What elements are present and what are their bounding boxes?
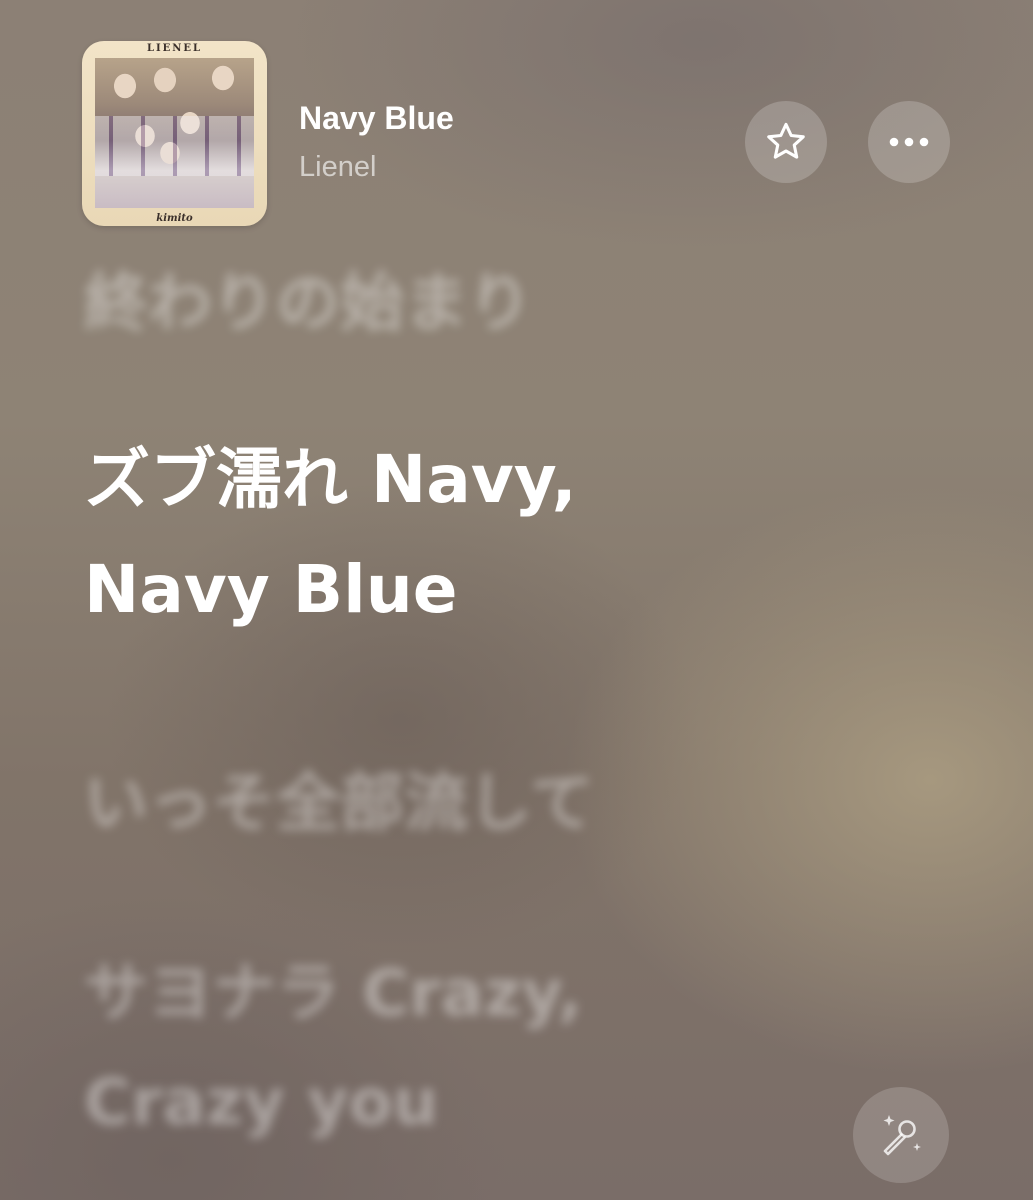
lyric-line-current[interactable]: ズブ濡れ Navy, Navy Blue xyxy=(84,425,577,645)
song-title[interactable]: Navy Blue xyxy=(299,100,454,137)
lyric-line-next-1[interactable]: いっそ全部流して xyxy=(84,752,594,844)
lyric-current-line-2: Navy Blue xyxy=(84,551,458,628)
more-options-button[interactable] xyxy=(868,101,950,183)
ellipsis-icon xyxy=(889,137,929,147)
album-artwork[interactable]: LIENEL kimito xyxy=(82,41,267,226)
artwork-photo xyxy=(95,58,254,208)
song-artist[interactable]: Lienel xyxy=(299,151,376,184)
artwork-brand-text: LIENEL xyxy=(146,43,203,54)
lyric-line-next-3[interactable]: Crazy you xyxy=(84,1066,438,1140)
lyric-line-previous[interactable]: 終わりの始まり xyxy=(84,252,532,344)
star-outline-icon xyxy=(767,122,805,159)
favorite-button[interactable] xyxy=(745,101,827,183)
lyric-line-next-2[interactable]: サヨナラ Crazy, xyxy=(84,942,582,1034)
microphone-sparkles-icon xyxy=(883,1115,921,1156)
artwork-subtitle-text: kimito xyxy=(156,213,193,224)
lyric-current-line-1: ズブ濡れ Navy, xyxy=(84,441,577,518)
sing-mode-button[interactable] xyxy=(853,1087,949,1183)
